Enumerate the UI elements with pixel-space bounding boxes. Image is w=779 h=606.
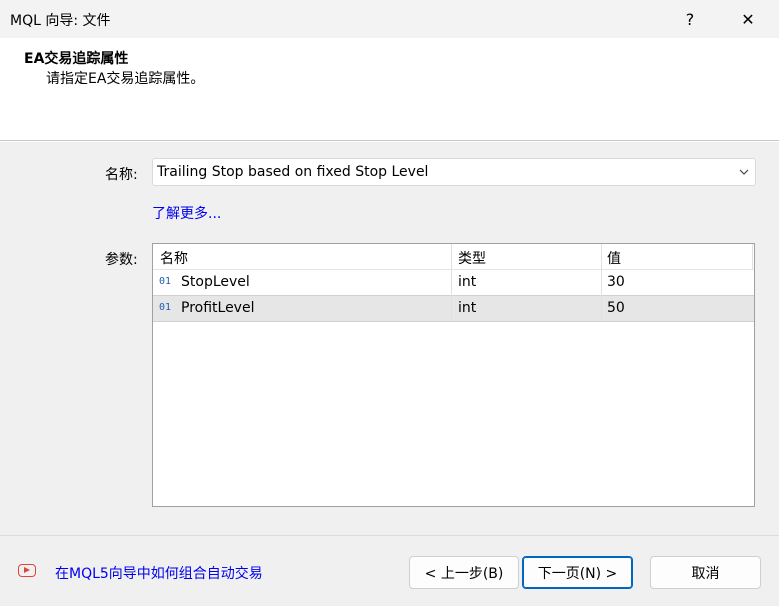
close-button[interactable]: ✕: [725, 0, 771, 38]
param-value[interactable]: 30: [607, 274, 625, 290]
page-subtitle: 请指定EA交易追踪属性。: [46, 71, 205, 87]
param-value[interactable]: 50: [607, 300, 625, 316]
table-row[interactable]: 01 ProfitLevel int 50: [153, 296, 754, 322]
column-header-value[interactable]: 值: [607, 248, 621, 268]
footer-divider: [0, 535, 779, 536]
cancel-button[interactable]: 取消: [650, 556, 761, 589]
video-icon: [18, 564, 36, 577]
wizard-header: EA交易追踪属性 请指定EA交易追踪属性。: [0, 38, 779, 141]
integer-param-icon: 01: [159, 302, 172, 313]
param-name: StopLevel: [181, 274, 250, 290]
page-title: EA交易追踪属性: [24, 51, 129, 67]
table-row[interactable]: 01 StopLevel int 30: [153, 270, 754, 296]
param-type: int: [458, 274, 477, 290]
learn-more-link[interactable]: 了解更多...: [152, 203, 221, 223]
column-divider: [451, 244, 452, 321]
params-table[interactable]: 名称 类型 值 01 StopLevel int 30 01 ProfitLev…: [152, 243, 755, 507]
table-header: 名称 类型 值: [153, 244, 754, 270]
column-header-name[interactable]: 名称: [160, 248, 188, 268]
next-button[interactable]: 下一页(N) >: [522, 556, 633, 589]
trailing-type-select[interactable]: Trailing Stop based on fixed Stop Level: [152, 158, 756, 186]
params-label: 参数:: [105, 252, 138, 268]
param-name: ProfitLevel: [181, 300, 255, 316]
title-bar: MQL 向导: 文件 ? ✕: [0, 0, 779, 39]
back-button[interactable]: < 上一步(B): [409, 556, 519, 589]
column-header-type[interactable]: 类型: [458, 248, 486, 268]
trailing-type-value: Trailing Stop based on fixed Stop Level: [157, 164, 429, 180]
integer-param-icon: 01: [159, 276, 172, 287]
help-button[interactable]: ?: [667, 0, 713, 38]
column-divider: [752, 244, 753, 269]
name-label: 名称:: [105, 167, 138, 183]
param-type: int: [458, 300, 477, 316]
header-divider: [0, 141, 779, 142]
window-title: MQL 向导: 文件: [10, 13, 111, 29]
video-tutorial-link[interactable]: 在MQL5向导中如何组合自动交易: [55, 563, 263, 583]
chevron-down-icon: [739, 169, 749, 175]
column-divider: [601, 244, 602, 321]
